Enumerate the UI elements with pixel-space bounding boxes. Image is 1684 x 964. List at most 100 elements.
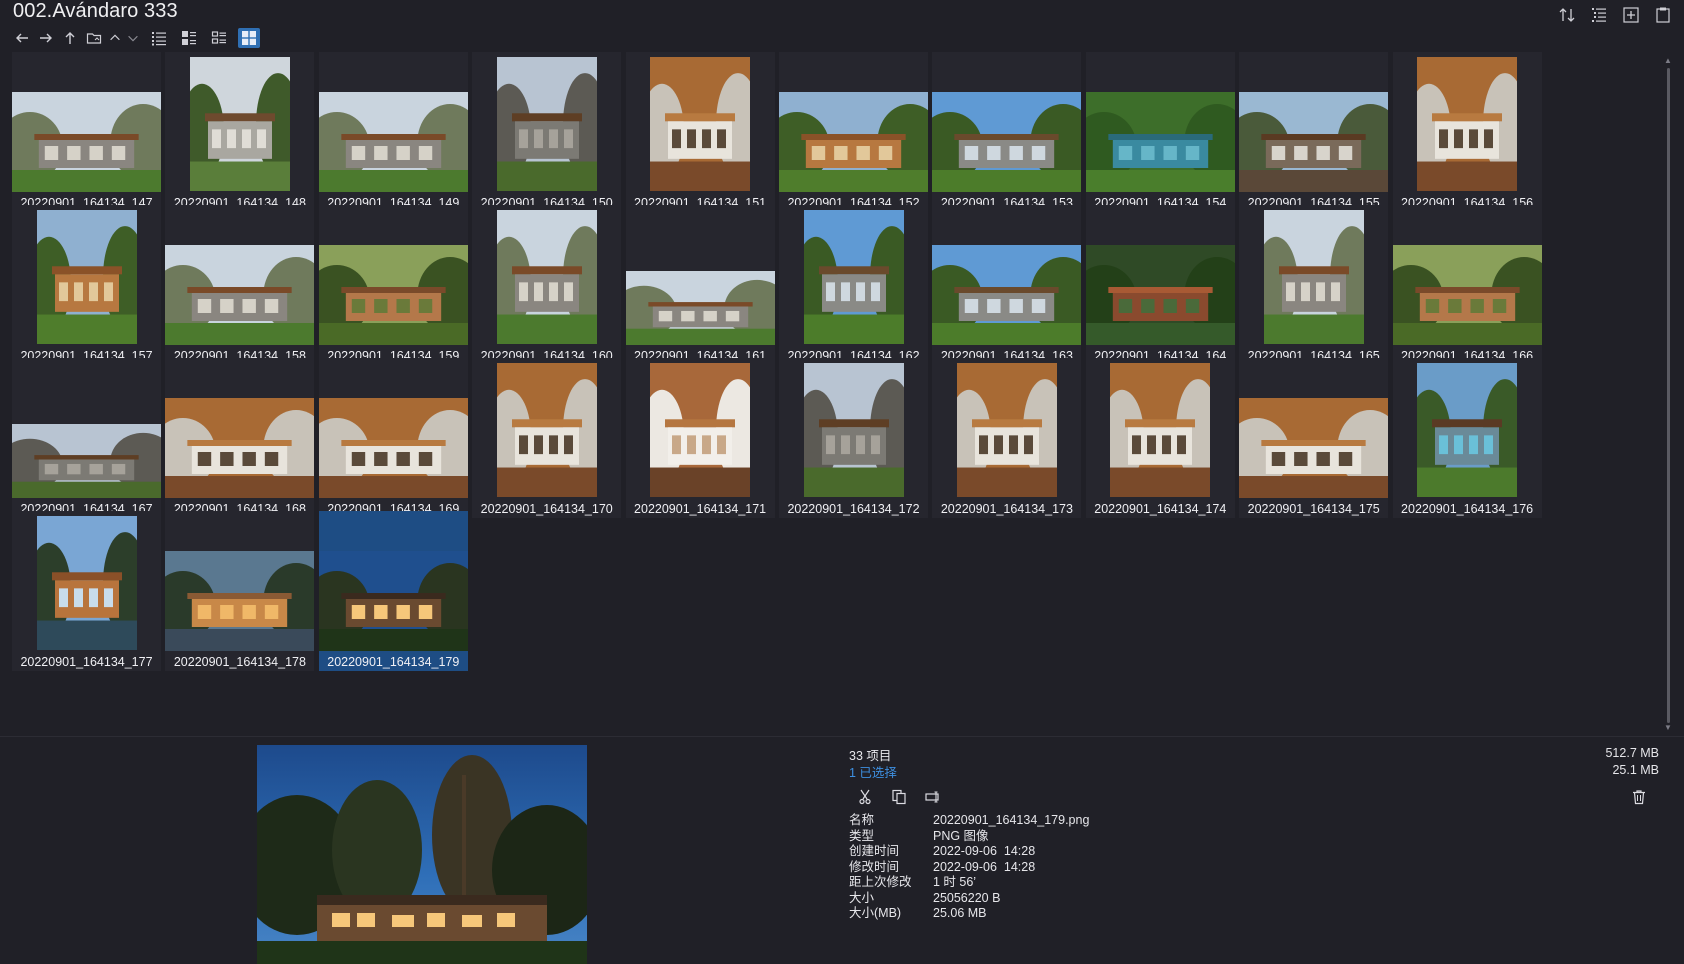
thumbnail-picture [496,57,597,191]
chevron-down-icon[interactable] [126,28,140,48]
image-preview [257,745,587,964]
scroll-down-icon[interactable]: ▼ [1664,723,1672,732]
copy-icon[interactable] [887,785,911,809]
file-name: 20220901_164134_178 [173,655,306,669]
property-value: PNG 图像 [933,828,989,843]
thumbnail-tile[interactable]: 20220901_164134_174 [1085,358,1235,518]
thumbnail-tile[interactable]: 20220901_164134_167 [12,358,161,518]
property-value: 20220901_164134_179.png [933,813,1090,827]
pane-divider[interactable] [0,736,1684,737]
thumbnail-tile[interactable]: 20220901_164134_155 [1239,52,1389,212]
scroll-up-icon[interactable]: ▲ [1664,56,1672,65]
thumbnail-tile[interactable]: 20220901_164134_171 [625,358,775,518]
thumbnail-picture [318,245,468,345]
thumbnail-tile[interactable]: 20220901_164134_169 [318,358,468,518]
window-title: 002.Avándaro 333 [13,0,178,22]
details-view-icon[interactable] [178,28,200,48]
property-row: 类型 PNG 图像 [849,829,1089,845]
thumbnail-image [1392,209,1542,345]
thumbnail-picture [12,424,161,498]
file-name: 20220901_164134_171 [634,502,767,516]
thumbnail-tile[interactable]: 20220901_164134_162 [779,205,928,365]
add-icon[interactable] [1620,4,1642,26]
thumbnail-label: 20220901_164134_174 [1086,502,1235,516]
thumbnail-picture [496,363,597,497]
thumbnail-tile[interactable]: 20220901_164134_176 [1392,358,1542,518]
scissors-icon[interactable] [853,785,877,809]
preview-image [257,745,587,964]
thumbnail-grid: 20220901_164134_147 20220901_164134_148 20… [12,52,1662,712]
scrollbar-thumb[interactable] [1667,68,1670,723]
arrow-left-icon[interactable] [12,28,32,48]
thumbnail-tile[interactable]: 20220901_164134_177 [12,511,161,671]
thumbnail-tile[interactable]: 20220901_164134_165 [1239,205,1389,365]
thumbnail-image [626,362,775,498]
thumbnail-tile[interactable]: 20220901_164134_161 [625,205,775,365]
trash-icon[interactable] [1627,785,1651,809]
group-icon[interactable] [1588,4,1610,26]
thumbnail-image [1393,56,1542,192]
file-name: 20220901_164134_175 [1247,502,1380,516]
thumbnail-tile[interactable]: 20220901_164134_178 [165,511,315,671]
thumbnail-tile[interactable]: 20220901_164134_173 [932,358,1082,518]
thumbnail-image [165,515,315,651]
thumbnail-picture [165,551,315,651]
thumbnail-tile[interactable]: 20220901_164134_156 [1392,52,1542,212]
thumbnail-image [472,362,621,498]
thumbnail-tile[interactable]: 20220901_164134_148 [165,52,315,212]
thumbnail-picture [625,271,775,345]
thumbnail-picture [1239,398,1389,498]
arrow-right-icon[interactable] [36,28,56,48]
arrow-up-icon[interactable] [60,28,80,48]
chevron-up-icon[interactable] [108,28,122,48]
thumbnail-image [12,515,161,651]
clipboard-icon[interactable] [1652,4,1674,26]
thumbnail-tile[interactable]: 20220901_164134_163 [932,205,1082,365]
list-view-icon[interactable] [148,28,170,48]
thumbnail-image [165,209,315,345]
thumbnail-tile[interactable]: 20220901_164134_179 [318,511,468,671]
thumbnail-tile[interactable]: 20220901_164134_159 [318,205,468,365]
thumbnail-tile[interactable]: 20220901_164134_172 [779,358,928,518]
thumbnail-label: 20220901_164134_179 [319,655,468,669]
thumbnail-picture [779,92,928,192]
thumbnail-tile[interactable]: 20220901_164134_164 [1085,205,1235,365]
thumbnail-label: 20220901_164134_172 [779,502,928,516]
grid-view-icon[interactable] [238,28,260,48]
thumbnail-tile[interactable]: 20220901_164134_147 [12,52,161,212]
property-row: 大小(MB) 25.06 MB [849,906,1089,922]
rename-icon[interactable] [921,785,945,809]
thumbnail-image [472,209,621,345]
thumbnail-label: 20220901_164134_171 [626,502,775,516]
vertical-scrollbar[interactable]: ▲ ▼ [1664,56,1674,732]
thumbnail-tile[interactable]: 20220901_164134_154 [1085,52,1235,212]
thumbnail-image [12,209,161,345]
property-row: 创建时间 2022-09-06 14:28 [849,844,1089,860]
selected-count[interactable]: 1 已选择 [849,762,897,781]
thumbnail-tile[interactable]: 20220901_164134_149 [318,52,468,212]
thumbnail-tile[interactable]: 20220901_164134_170 [472,358,622,518]
thumbnail-tile[interactable]: 20220901_164134_150 [472,52,622,212]
thumbnail-tile[interactable]: 20220901_164134_153 [932,52,1082,212]
thumbnail-picture [1239,92,1389,192]
thumbnail-tile[interactable]: 20220901_164134_151 [625,52,775,212]
thumbnail-picture [1417,57,1518,191]
thumbnail-tile[interactable]: 20220901_164134_168 [165,358,315,518]
thumbnail-picture [1263,210,1364,344]
tiles-view-icon[interactable] [208,28,230,48]
thumbnail-tile[interactable]: 20220901_164134_157 [12,205,161,365]
folder-icon[interactable] [84,28,104,48]
thumbnail-tile[interactable]: 20220901_164134_152 [779,52,928,212]
thumbnail-picture [165,245,315,345]
sort-icon[interactable] [1556,4,1578,26]
thumbnail-tile[interactable]: 20220901_164134_158 [165,205,315,365]
thumbnail-tile[interactable]: 20220901_164134_166 [1392,205,1542,365]
thumbnail-picture [12,92,161,192]
thumbnail-picture [1392,245,1542,345]
thumbnail-image [165,56,314,192]
file-name: 20220901_164134_170 [480,502,613,516]
thumbnail-tile[interactable]: 20220901_164134_160 [472,205,622,365]
thumbnail-tile[interactable]: 20220901_164134_175 [1239,358,1389,518]
thumbnail-picture [1085,92,1235,192]
thumbnail-image [779,56,928,192]
